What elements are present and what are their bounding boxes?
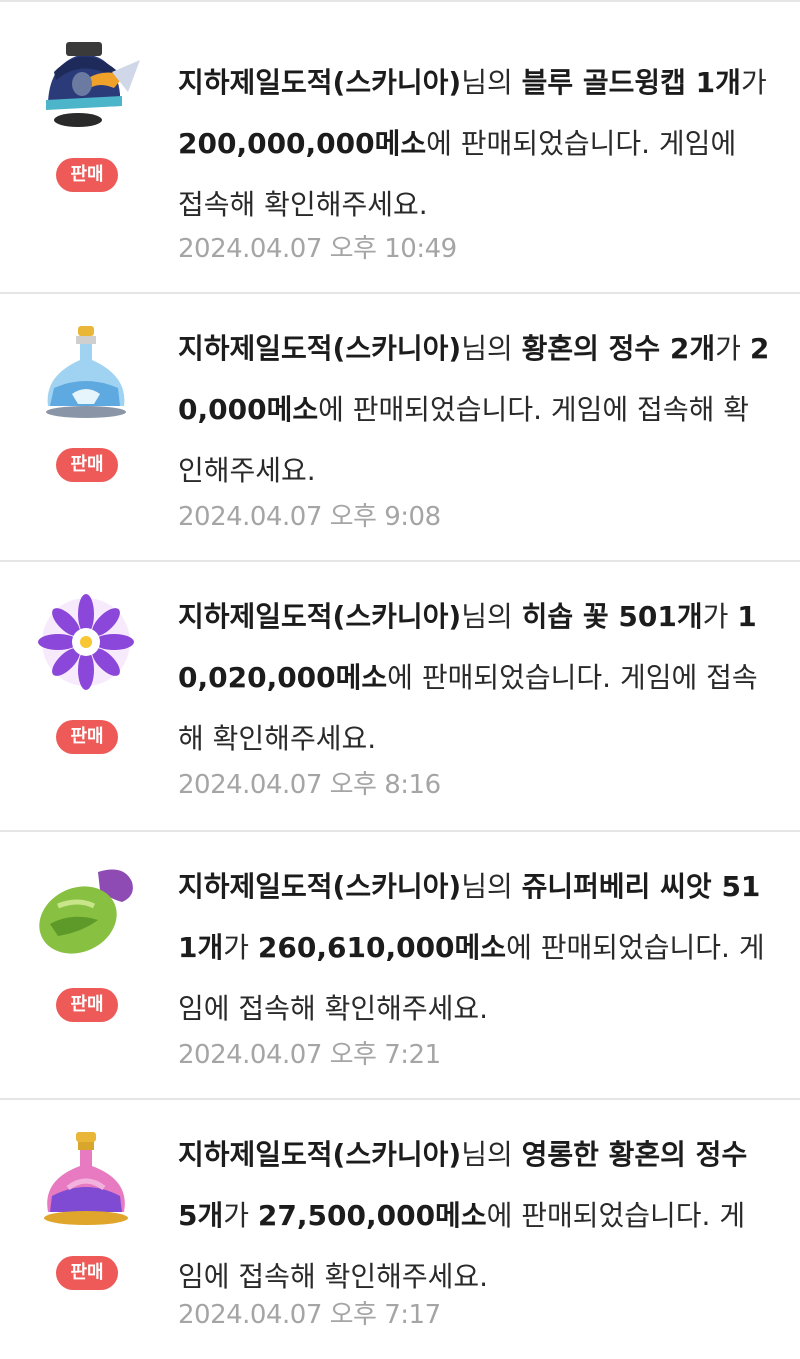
notification-item[interactable]: 판매 지하제일도적(스카니아)님의 블루 골드윙캡 1개가 200,000,00… (0, 2, 800, 294)
sale-price: 260,610,000메소 (257, 931, 507, 964)
subject-particle: 가 (223, 1199, 258, 1232)
radiant-twilight-essence-icon (28, 1130, 144, 1250)
notification-item[interactable]: 판매 지하제일도적(스카니아)님의 쥬니퍼베리 씨앗 511개가 260,610… (0, 832, 800, 1100)
subject-particle: 가 (702, 600, 738, 633)
timestamp: 2024.04.07 오후 10:49 (178, 234, 457, 264)
seller-name: 지하제일도적(스카니아) (178, 332, 462, 365)
timestamp: 2024.04.07 오후 7:17 (178, 1300, 441, 1330)
status-badge: 판매 (56, 448, 118, 482)
possessive-text: 님의 (461, 870, 522, 903)
item-name-quantity: 황혼의 정수 2개 (521, 332, 716, 365)
hyssop-flower-icon (28, 592, 144, 712)
notification-message: 지하제일도적(스카니아)님의 블루 골드윙캡 1개가 200,000,000메소… (178, 52, 770, 235)
item-name-quantity: 히솝 꽃 501개 (521, 600, 703, 633)
possessive-text: 님의 (461, 66, 522, 99)
timestamp: 2024.04.07 오후 8:16 (178, 770, 441, 800)
possessive-text: 님의 (461, 1138, 522, 1171)
sale-price: 27,500,000메소 (257, 1199, 487, 1232)
twilight-essence-potion-icon (28, 324, 144, 444)
status-badge: 판매 (56, 158, 118, 192)
notification-item[interactable]: 판매 지하제일도적(스카니아)님의 히솝 꽃 501개가 10,020,000메… (0, 562, 800, 832)
juniper-berry-seed-icon (28, 862, 144, 982)
seller-name: 지하제일도적(스카니아) (178, 66, 462, 99)
possessive-text: 님의 (461, 600, 522, 633)
notification-message: 지하제일도적(스카니아)님의 히솝 꽃 501개가 10,020,000메소에 … (178, 586, 770, 769)
status-badge: 판매 (56, 1256, 118, 1290)
blue-gold-wing-cap-icon (28, 32, 144, 152)
seller-name: 지하제일도적(스카니아) (178, 1138, 462, 1171)
notification-message: 지하제일도적(스카니아)님의 황혼의 정수 2개가 20,000메소에 판매되었… (178, 318, 770, 501)
notification-item[interactable]: 판매 지하제일도적(스카니아)님의 영롱한 황혼의 정수 5개가 27,500,… (0, 1100, 800, 1359)
notification-list: 판매 지하제일도적(스카니아)님의 블루 골드윙캡 1개가 200,000,00… (0, 0, 800, 1357)
subject-particle: 가 (223, 931, 258, 964)
notification-item[interactable]: 판매 지하제일도적(스카니아)님의 황혼의 정수 2개가 20,000메소에 판… (0, 294, 800, 562)
possessive-text: 님의 (461, 332, 522, 365)
notification-message: 지하제일도적(스카니아)님의 쥬니퍼베리 씨앗 511개가 260,610,00… (178, 856, 770, 1039)
subject-particle: 가 (715, 332, 750, 365)
subject-particle: 가 (740, 66, 767, 99)
notification-message: 지하제일도적(스카니아)님의 영롱한 황혼의 정수 5개가 27,500,000… (178, 1124, 770, 1307)
seller-name: 지하제일도적(스카니아) (178, 870, 462, 903)
seller-name: 지하제일도적(스카니아) (178, 600, 462, 633)
timestamp: 2024.04.07 오후 7:21 (178, 1040, 441, 1070)
timestamp: 2024.04.07 오후 9:08 (178, 502, 441, 532)
status-badge: 판매 (56, 988, 118, 1022)
status-badge: 판매 (56, 720, 118, 754)
item-name-quantity: 블루 골드윙캡 1개 (521, 66, 741, 99)
sale-price: 200,000,000메소 (178, 127, 427, 160)
